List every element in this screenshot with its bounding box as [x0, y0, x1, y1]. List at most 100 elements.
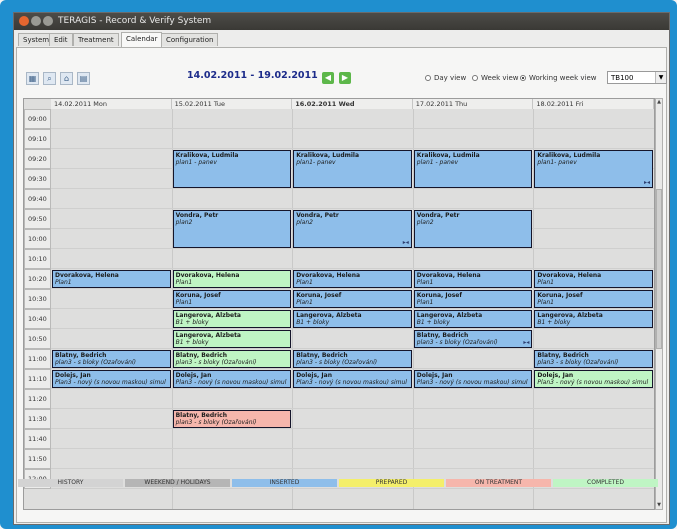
- appointment-block[interactable]: Kralikova, Ludmila plan1- panev: [293, 150, 412, 188]
- appointment-block[interactable]: Langerova, Alzbeta B1 + bloky: [413, 310, 533, 328]
- day-header[interactable]: 14.02.2011 Mon: [51, 99, 172, 109]
- treatment-plan: plan3 - s bloky (Ozařování): [537, 359, 619, 366]
- desktop-background: TERAGIS - Record & Verify System System …: [0, 0, 677, 529]
- home-icon[interactable]: ⌂: [60, 72, 73, 85]
- appointment-block[interactable]: Langerova, Alzbeta B1 + bloky: [172, 310, 292, 328]
- day-header[interactable]: 16.02.2011 Wed: [292, 99, 413, 109]
- patient-name: Kralikova, Ludmila: [296, 152, 360, 159]
- appointment-block[interactable]: Dolejs, Jan Plan3 - nový (s novou maskou)…: [413, 370, 533, 388]
- appointment-block[interactable]: Langerova, Alzbeta B1 + bloky: [172, 330, 292, 348]
- appointment-block[interactable]: Dolejs, Jan Plan3 - nový (s novou maskou)…: [52, 370, 171, 388]
- minimize-window-button[interactable]: [31, 16, 41, 26]
- appointment-block[interactable]: Blatny, Bedrich plan3 - s bloky (Ozařován…: [534, 350, 653, 368]
- maximize-window-button[interactable]: [43, 16, 53, 26]
- close-window-button[interactable]: [19, 16, 29, 26]
- treatment-plan: plan1 - panev: [175, 159, 217, 166]
- radio-dot-selected-icon: [520, 75, 526, 81]
- patient-name: Blatny, Bedrich: [175, 352, 228, 359]
- scroll-down-icon[interactable]: ▼: [656, 502, 662, 509]
- tab-configuration[interactable]: Configuration: [161, 33, 219, 46]
- time-slot-label: 11:30: [24, 409, 51, 429]
- patient-name: Vondra, Petr: [416, 212, 460, 219]
- row-divider: [51, 288, 654, 289]
- tab-calendar[interactable]: Calendar: [121, 32, 163, 47]
- patient-name: Koruna, Josef: [175, 292, 221, 299]
- patient-name: Vondra, Petr: [175, 212, 219, 219]
- appointment-block[interactable]: Dvorakova, Helena Plan1: [534, 270, 653, 288]
- treatment-plan: plan3 - s bloky (Ozařování): [296, 359, 378, 366]
- appointment-block[interactable]: Dolejs, Jan Plan3 - nový (s novou maskou)…: [293, 370, 412, 388]
- row-divider: [51, 328, 654, 329]
- row-divider: [51, 428, 654, 429]
- appointment-block[interactable]: Kralikova, Ludmila plan1 - panev: [172, 150, 292, 188]
- patient-name: Langerova, Alzbeta: [175, 332, 241, 339]
- appointment-block[interactable]: Blatny, Bedrich plan3 - s bloky (Ozařován…: [52, 350, 171, 368]
- time-slot-label: 11:10: [24, 369, 51, 389]
- patient-name: Dvorakova, Helena: [175, 272, 240, 279]
- treatment-plan: plan2: [416, 219, 434, 226]
- expand-icon[interactable]: ▸◂: [403, 239, 409, 246]
- patient-name: Blatny, Bedrich: [296, 352, 348, 359]
- treatment-plan: plan3 - s bloky (Ozařování): [55, 359, 136, 366]
- calendar-icon[interactable]: ▦: [26, 72, 39, 85]
- appointment-block[interactable]: Koruna, Josef Plan1: [293, 290, 412, 308]
- chevron-down-icon[interactable]: ▼: [655, 72, 666, 83]
- row-divider: [51, 348, 654, 349]
- row-divider: [51, 188, 654, 189]
- appointment-block[interactable]: Blatny, Bedrich plan3 - s bloky (Ozařován…: [172, 410, 292, 428]
- scrollbar-thumb[interactable]: [656, 189, 662, 349]
- day-view-radio[interactable]: Day view: [425, 74, 466, 82]
- calendar-panel: ▦ ⌕ ⌂ ▤ 14.02.2011 - 19.02.2011 ◀ ▶ Day …: [16, 47, 667, 523]
- app-window: TERAGIS - Record & Verify System System …: [13, 12, 670, 525]
- appointment-block[interactable]: Dolejs, Jan Plan3 - nový (s novou maskou)…: [534, 370, 653, 388]
- patient-name: Dvorakova, Helena: [537, 272, 602, 279]
- scroll-up-icon[interactable]: ▲: [656, 99, 662, 106]
- appointment-block[interactable]: Dvorakova, Helena Plan1: [52, 270, 171, 288]
- day-header[interactable]: 18.02.2011 Fri: [533, 99, 654, 109]
- day-header[interactable]: 15.02.2011 Tue: [171, 99, 293, 109]
- appointment-block[interactable]: Vondra, Petr plan2 ▸◂: [293, 210, 412, 248]
- appointment-block[interactable]: Langerova, Alzbeta B1 + bloky: [293, 310, 412, 328]
- tab-edit[interactable]: Edit: [49, 33, 73, 46]
- working-week-view-radio[interactable]: Working week view: [520, 74, 597, 82]
- treatment-plan: Plan3 - nový (s novou maskou) simul: [55, 379, 166, 386]
- arrow-right-icon[interactable]: ▶: [339, 72, 351, 84]
- appointment-block[interactable]: Dvorakova, Helena Plan1: [172, 270, 292, 288]
- print-icon[interactable]: ▤: [77, 72, 90, 85]
- appointment-block[interactable]: Vondra, Petr plan2: [413, 210, 533, 248]
- treatment-plan: B1 + bloky: [416, 319, 450, 326]
- time-slot-label: 10:50: [24, 329, 51, 349]
- treatment-plan: B1 + bloky: [175, 339, 209, 346]
- vertical-scrollbar[interactable]: ▲ ▼: [655, 98, 663, 510]
- appointment-block[interactable]: Kralikova, Ludmila plan1- panev ▸◂: [534, 150, 653, 188]
- row-divider: [51, 388, 654, 389]
- day-header[interactable]: 17.02.2011 Thu: [412, 99, 534, 109]
- legend-item: INSERTED: [232, 479, 337, 487]
- legend-item: HISTORY: [18, 479, 123, 487]
- row-divider: [51, 208, 654, 209]
- appointment-block[interactable]: Dvorakova, Helena Plan1: [413, 270, 533, 288]
- appointment-block[interactable]: Koruna, Josef Plan1: [172, 290, 292, 308]
- appointment-block[interactable]: Blatny, Bedrich plan3 - s bloky (Ozařován…: [172, 350, 292, 368]
- appointment-block[interactable]: Vondra, Petr plan2: [172, 210, 292, 248]
- search-icon[interactable]: ⌕: [43, 72, 56, 85]
- appointment-block[interactable]: Dvorakova, Helena Plan1: [293, 270, 412, 288]
- treatment-plan: plan1- panev: [296, 159, 336, 166]
- appointment-block[interactable]: Koruna, Josef Plan1: [413, 290, 533, 308]
- tab-treatment[interactable]: Treatment: [73, 33, 119, 46]
- room-select[interactable]: TB100 ▼: [607, 71, 667, 84]
- time-slot-label: 09:20: [24, 149, 51, 169]
- title-bar: TERAGIS - Record & Verify System: [14, 13, 669, 30]
- appointment-block[interactable]: Blatny, Bedrich plan3 - s bloky (Ozařován…: [413, 330, 533, 348]
- appointment-block[interactable]: Blatny, Bedrich plan3 - s bloky (Ozařován…: [293, 350, 412, 368]
- appointment-block[interactable]: Langerova, Alzbeta B1 + bloky: [534, 310, 653, 328]
- expand-icon[interactable]: ▸◂: [523, 339, 529, 346]
- week-view-radio[interactable]: Week view: [472, 74, 519, 82]
- appointment-block[interactable]: Dolejs, Jan Plan3 - nový (s novou maskou)…: [172, 370, 292, 388]
- row-divider: [51, 448, 654, 449]
- appointment-block[interactable]: Kralikova, Ludmila plan1 - panev: [413, 150, 533, 188]
- expand-icon[interactable]: ▸◂: [644, 179, 650, 186]
- arrow-left-icon[interactable]: ◀: [322, 72, 334, 84]
- appointment-block[interactable]: Koruna, Josef Plan1: [534, 290, 653, 308]
- treatment-plan: B1 + bloky: [537, 319, 571, 326]
